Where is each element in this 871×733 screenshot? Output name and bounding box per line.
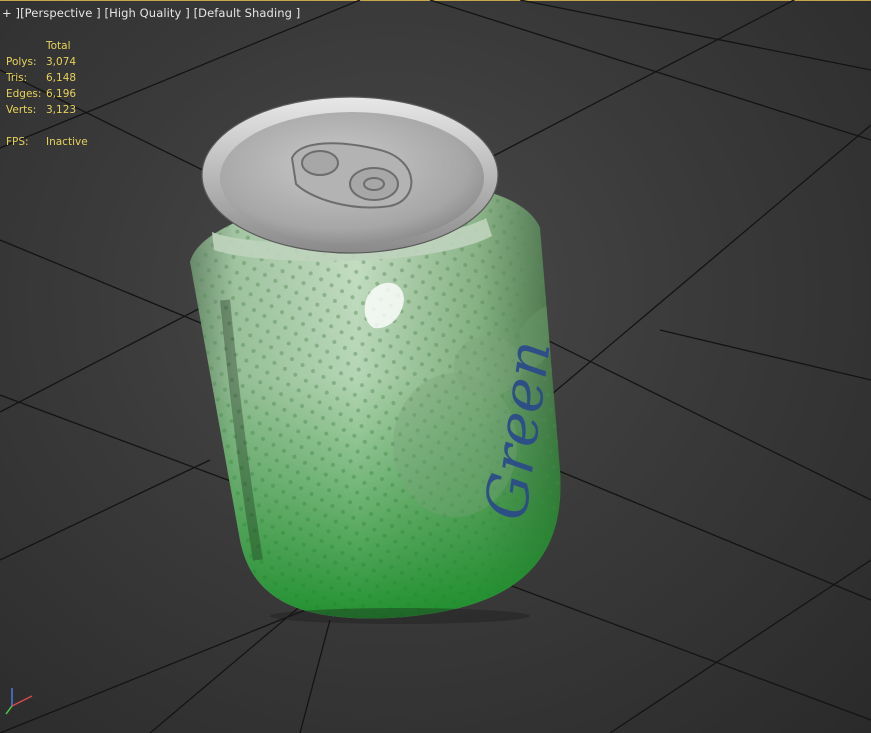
stats-fps-value: Inactive <box>46 136 88 148</box>
stats-tris-row: Tris: 6,148 <box>6 70 88 86</box>
soda-can-model[interactable]: Green <box>180 96 580 630</box>
stats-polys-label: Polys: <box>6 56 37 68</box>
stats-tris-value: 6,148 <box>46 72 77 84</box>
stats-fps-row: FPS: Inactive <box>6 134 88 150</box>
stats-verts-value: 3,123 <box>46 104 77 116</box>
stats-edges-row: Edges: 6,196 <box>6 86 88 102</box>
stats-tris-label: Tris: <box>6 72 28 84</box>
stats-edges-label: Edges: <box>6 88 42 100</box>
viewport-quality-menu[interactable]: [High Quality ] <box>104 6 189 20</box>
stats-polys-row: Polys: 3,074 <box>6 54 88 70</box>
viewport-plus-menu[interactable]: + ] <box>2 6 20 20</box>
stats-verts-label: Verts: <box>6 104 37 116</box>
stats-verts-row: Verts: 3,123 <box>6 102 88 118</box>
perspective-viewport[interactable]: Green + ][Perspective ] [High Quality ] … <box>0 0 871 733</box>
axis-tripod-icon <box>5 688 33 715</box>
stats-edges-value: 6,196 <box>46 88 77 100</box>
viewport-shading-menu[interactable]: [Default Shading ] <box>194 6 301 20</box>
stats-fps-label: FPS: <box>6 136 29 148</box>
viewport-menu-labels: + ][Perspective ] [High Quality ] [Defau… <box>2 6 300 20</box>
scene-statistics: Total Polys: 3,074 Tris: 6,148 Edges: 6,… <box>6 38 88 150</box>
stats-polys-value: 3,074 <box>46 56 77 68</box>
viewport-view-menu[interactable]: [Perspective ] <box>20 6 101 20</box>
can-shadow <box>270 608 530 624</box>
stats-header: Total <box>46 40 71 52</box>
scene-canvas[interactable]: Green <box>0 0 871 733</box>
